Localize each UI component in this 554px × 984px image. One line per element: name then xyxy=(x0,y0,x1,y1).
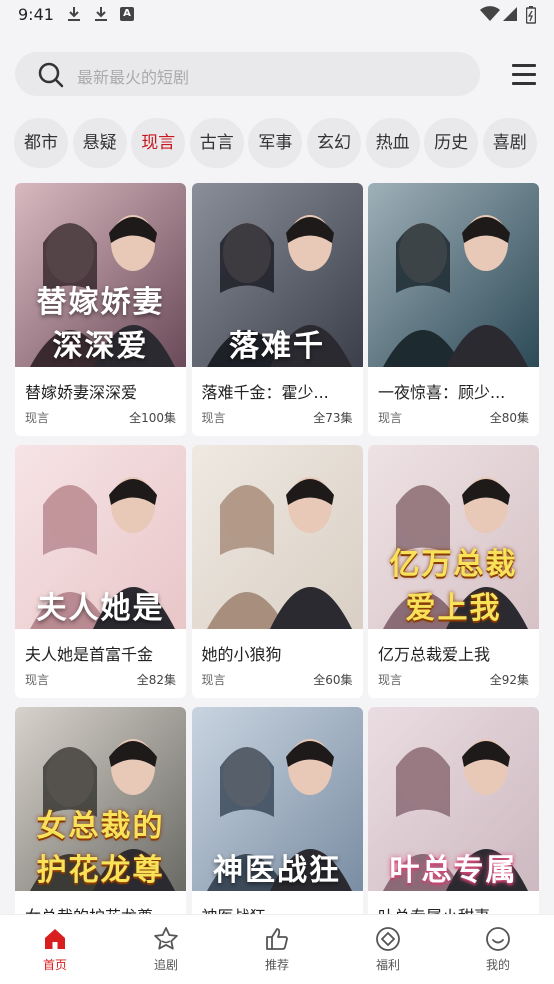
drama-genre: 现言 xyxy=(201,673,226,687)
category-tab[interactable]: 玄幻 xyxy=(306,118,361,168)
nav-item[interactable]: 追剧 xyxy=(136,925,196,981)
drama-title[interactable]: 夫人她是首富千金 xyxy=(25,641,177,665)
category-tab[interactable]: 军事 xyxy=(248,118,303,168)
drama-title[interactable]: 一夜惊喜：顾少... xyxy=(378,379,530,403)
category-tab[interactable]: 历史 xyxy=(424,118,479,168)
drama-title[interactable]: 她的小狼狗 xyxy=(202,641,354,665)
drama-card[interactable]: 夫人她是 夫人她是首富千金 现言 全82集 xyxy=(15,445,186,698)
app-notification-icon: A xyxy=(120,7,134,21)
drama-title[interactable]: 替嫁娇妻深深爱 xyxy=(25,379,177,403)
drama-episodes: 全60集 xyxy=(313,673,353,687)
drama-episodes: 全73集 xyxy=(313,411,353,425)
drama-genre: 现言 xyxy=(378,673,403,687)
status-time: 9:41 xyxy=(18,5,54,24)
drama-poster[interactable]: 亿万总裁 爱上我 xyxy=(368,445,539,629)
category-tab[interactable]: 悬疑 xyxy=(72,118,127,168)
drama-card[interactable]: 她的小狼狗 现言 全60集 xyxy=(191,445,363,698)
drama-poster[interactable] xyxy=(191,445,363,629)
drama-episodes: 全92集 xyxy=(489,673,529,687)
search-bar[interactable]: 最新最火的短剧 xyxy=(15,52,480,96)
category-tab[interactable]: 现言 xyxy=(131,118,186,168)
drama-poster[interactable]: 夫人她是 xyxy=(15,445,186,629)
drama-genre: 现言 xyxy=(201,411,226,425)
drama-card[interactable]: 落难千 落难千金：霍少... 现言 全73集 xyxy=(191,183,363,436)
thumbs-up-icon xyxy=(263,925,291,953)
nav-label: 追剧 xyxy=(153,958,178,972)
drama-genre: 现言 xyxy=(25,411,50,425)
drama-poster[interactable]: 女总裁的 护花龙尊 xyxy=(15,707,186,891)
wifi-icon xyxy=(480,6,500,22)
drama-poster[interactable]: 叶总专属 xyxy=(368,707,539,891)
drama-episodes: 全80集 xyxy=(489,411,529,425)
drama-card[interactable]: 亿万总裁 爱上我 亿万总裁爱上我 现言 全92集 xyxy=(368,445,539,698)
poster-title: 夫人她是 xyxy=(36,591,165,626)
nav-label: 福利 xyxy=(375,958,400,972)
category-tab[interactable]: 热血 xyxy=(365,118,420,168)
download-icon xyxy=(66,6,82,22)
drama-title[interactable]: 亿万总裁爱上我 xyxy=(378,641,530,665)
nav-item[interactable]: 我的 xyxy=(468,925,528,981)
home-icon xyxy=(41,925,69,953)
gift-diamond-icon xyxy=(374,925,402,953)
bottom-nav: 首页 追剧 推荐 福利 我的 xyxy=(0,914,554,984)
menu-icon[interactable] xyxy=(512,62,536,86)
smile-icon xyxy=(484,925,512,953)
poster-title: 叶总专属 xyxy=(389,853,518,888)
category-tab[interactable]: 都市 xyxy=(14,118,68,168)
star-icon xyxy=(152,925,180,953)
drama-card[interactable]: 替嫁娇妻 深深爱 替嫁娇妻深深爱 现言 全100集 xyxy=(15,183,186,436)
nav-item[interactable]: 首页 xyxy=(25,925,85,981)
poster-title: 神医战狂 xyxy=(213,853,341,888)
nav-label: 首页 xyxy=(42,958,67,972)
search-icon xyxy=(37,61,65,93)
drama-poster[interactable]: 神医战狂 xyxy=(191,707,363,891)
drama-card[interactable]: 一夜惊喜：顾少... 现言 全80集 xyxy=(368,183,539,436)
nav-label: 推荐 xyxy=(264,958,289,972)
search-placeholder[interactable]: 最新最火的短剧 xyxy=(77,64,189,88)
nav-item[interactable]: 推荐 xyxy=(247,925,307,981)
drama-poster[interactable]: 落难千 xyxy=(191,183,363,367)
category-tab[interactable]: 喜剧 xyxy=(482,118,537,168)
drama-title[interactable]: 落难千金：霍少... xyxy=(202,379,354,403)
category-tabs: 都市 悬疑 现言 古言 军事 玄幻 热血 历史 喜剧 xyxy=(14,118,554,170)
poster-title: 替嫁娇妻 深深爱 xyxy=(36,285,165,364)
poster-title: 落难千 xyxy=(229,329,325,364)
drama-poster[interactable]: 替嫁娇妻 深深爱 xyxy=(15,183,186,367)
poster-title: 女总裁的 护花龙尊 xyxy=(36,809,165,888)
drama-episodes: 全100集 xyxy=(129,411,176,425)
download-icon xyxy=(93,6,109,22)
battery-icon xyxy=(525,6,537,24)
drama-poster[interactable] xyxy=(368,183,539,367)
drama-genre: 现言 xyxy=(25,673,50,687)
nav-label: 我的 xyxy=(485,958,510,972)
category-tab[interactable]: 古言 xyxy=(189,118,244,168)
signal-icon xyxy=(502,6,518,22)
poster-title: 亿万总裁 爱上我 xyxy=(389,547,518,626)
nav-item[interactable]: 福利 xyxy=(358,925,418,981)
drama-episodes: 全82集 xyxy=(136,673,176,687)
status-bar: 9:41 A xyxy=(0,0,554,30)
drama-genre: 现言 xyxy=(378,411,403,425)
